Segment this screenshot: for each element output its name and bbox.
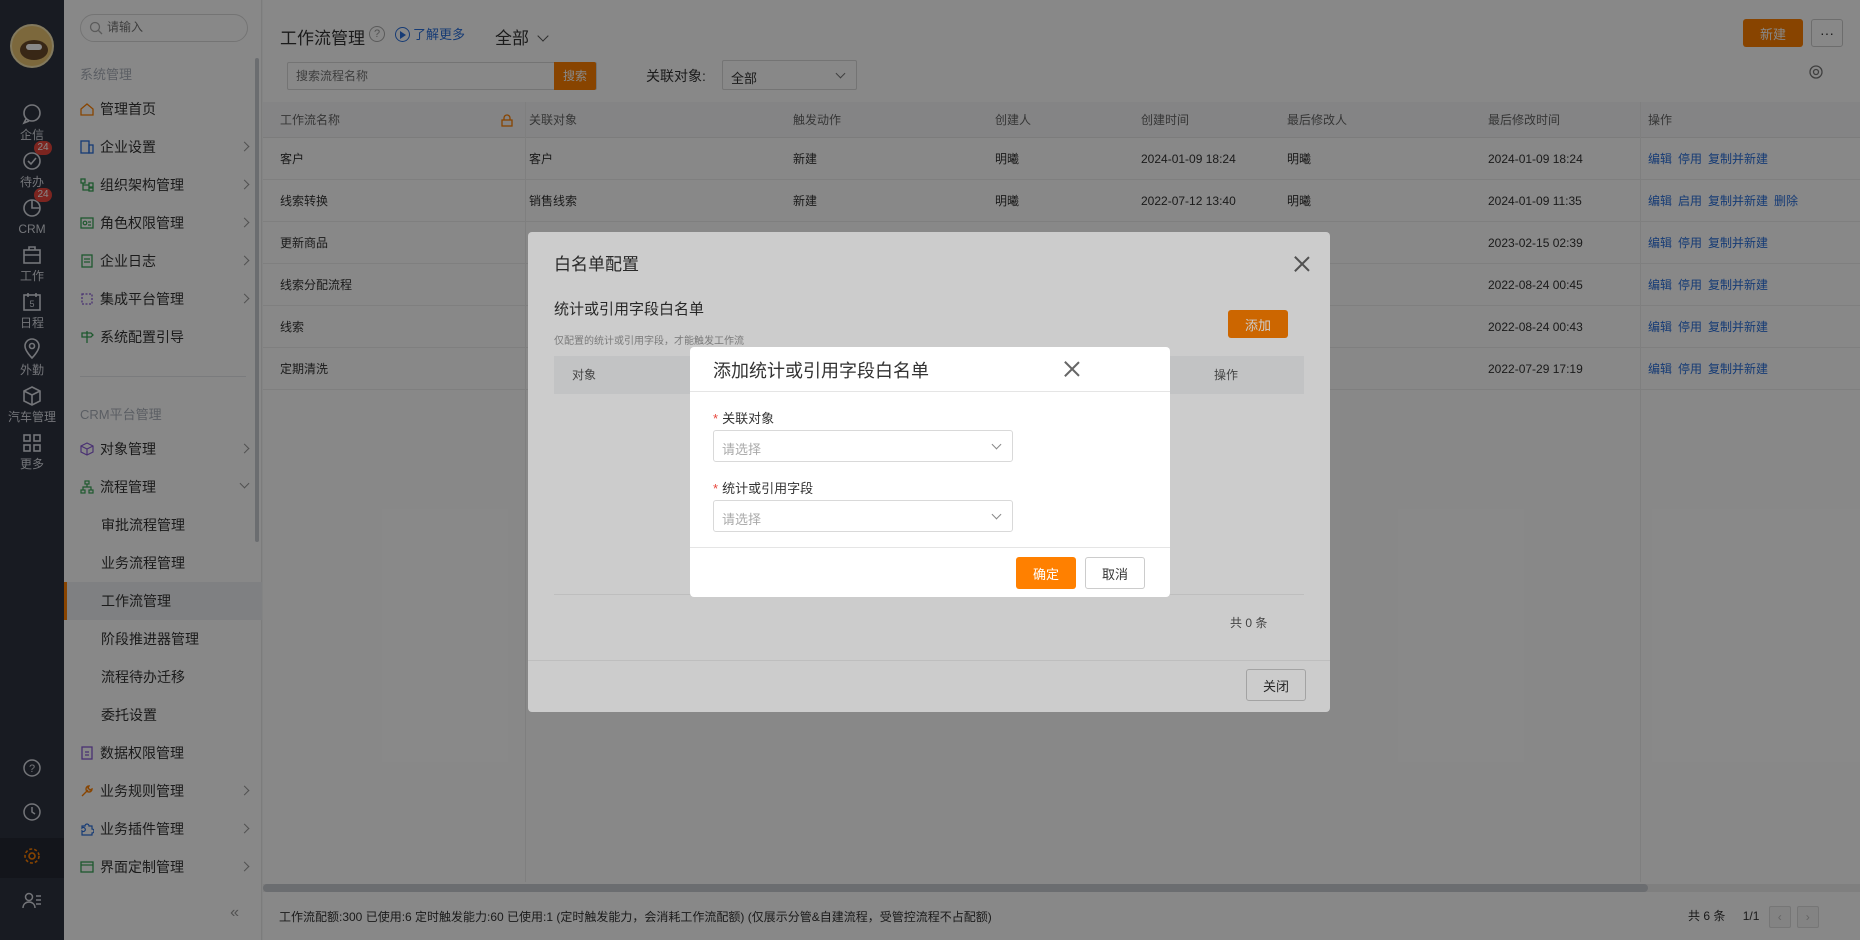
add-whitelist-dialog: 添加统计或引用字段白名单 * 关联对象 请选择 * 统计或引用字段 请选择 确定 取… <box>690 347 1170 597</box>
confirm-button[interactable]: 确定 <box>1016 557 1076 589</box>
add-dialog-title: 添加统计或引用字段白名单 <box>713 361 929 381</box>
field-label-object: * 关联对象 <box>713 408 774 427</box>
field-label-field: * 统计或引用字段 <box>713 478 813 497</box>
chevron-down-icon <box>991 509 1002 520</box>
placeholder: 请选择 <box>722 512 762 527</box>
placeholder: 请选择 <box>722 442 762 457</box>
required-mark: * <box>713 481 719 496</box>
close-icon[interactable] <box>1064 361 1080 377</box>
app: 企信 24 待办 24 CRM 工作 5 日程 外勤 汽车管理 更多 ? 请输入… <box>0 0 1860 940</box>
field-label-text: 关联对象 <box>722 411 775 426</box>
required-mark: * <box>713 411 719 426</box>
related-object-dropdown[interactable]: 请选择 <box>713 430 1013 462</box>
chevron-down-icon <box>991 439 1002 450</box>
divider <box>690 391 1170 392</box>
divider <box>690 547 1170 548</box>
field-label-text: 统计或引用字段 <box>722 481 814 496</box>
stat-field-dropdown[interactable]: 请选择 <box>713 500 1013 532</box>
cancel-button[interactable]: 取消 <box>1085 557 1145 589</box>
